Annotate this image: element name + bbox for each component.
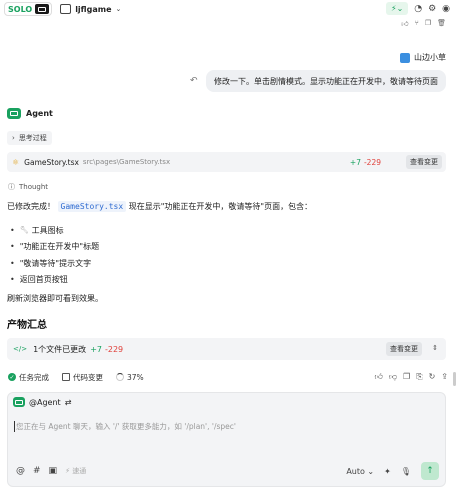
folder-icon — [60, 4, 72, 14]
list-item: 🔧︎工具图标 — [10, 222, 99, 239]
account-icon[interactable]: ◉ — [442, 4, 450, 14]
chat-icon[interactable]: ◔ — [414, 4, 422, 14]
top-bar: SOLO ljflgame ⌄ ⚡⌄ ◔ ⚙ ◉ — [0, 0, 456, 18]
chevron-down-icon[interactable]: ⌄ — [116, 5, 122, 13]
mention-icon[interactable]: @ — [16, 466, 25, 476]
send-button[interactable]: ↑ — [421, 462, 439, 480]
undo-icon[interactable]: ↶ — [190, 76, 198, 86]
check-icon: ✓ — [8, 373, 16, 381]
response-summary: 已修改完成！ GameStory.tsx 现在显示"功能正在开发中，敬请等待"页… — [7, 201, 312, 212]
thinking-toggle[interactable]: › 思考过程 — [7, 131, 52, 145]
speed-label: 速通 — [72, 467, 87, 475]
chat-input[interactable]: 您正在与 Agent 聊天，输入 '/' 获取更多能力，如 '/plan', '… — [14, 421, 236, 432]
copy-icon[interactable]: ❐ — [425, 19, 431, 28]
task-status-label: 任务完成 — [19, 372, 49, 382]
info-icon: ⓘ — [8, 183, 15, 191]
list-item-text: 返回首页按钮 — [19, 275, 68, 285]
lines-added: +7 — [90, 344, 102, 354]
model-label: Auto — [346, 466, 365, 476]
image-icon[interactable]: ▣ — [49, 466, 58, 476]
view-changes-button[interactable]: 查看变更 — [386, 342, 422, 356]
progress-value: 37% — [127, 372, 144, 382]
expand-icon[interactable]: ⇕ — [432, 344, 438, 352]
file-change-bar[interactable]: ⚛ GameStory.tsx src\pages\GameStory.tsx … — [7, 152, 446, 172]
solo-label: SOLO — [8, 4, 33, 14]
hash-icon[interactable]: # — [33, 466, 41, 476]
copy-icon[interactable]: ❐ — [403, 372, 410, 382]
file-path: src\pages\GameStory.tsx — [82, 158, 171, 166]
agent-header: Agent — [7, 108, 53, 119]
lines-diff: +7 -229 — [350, 158, 381, 167]
code-icon: </> — [13, 345, 28, 353]
composer-toolbar: @ # ▣ ⚡ 速通 Auto ⌄ ✦ 🎙︎ ↑ — [16, 462, 439, 480]
model-select[interactable]: Auto ⌄ — [346, 467, 374, 476]
thumb-down-icon[interactable]: 👎︎ — [389, 372, 397, 382]
progress-status: 37% — [116, 373, 144, 382]
task-status[interactable]: ✓ 任务完成 — [8, 372, 49, 383]
feature-list: 🔧︎工具图标 "功能正在开发中"标题 "敬请等待"提示文字 返回首页按钮 — [10, 222, 99, 288]
user-name: 山边小草 — [414, 53, 446, 62]
project-name[interactable]: ljflgame — [75, 5, 111, 14]
bolt-icon[interactable]: ⚡⌄ — [386, 2, 409, 15]
thought-toggle[interactable]: ⓘ Thought — [8, 182, 48, 192]
agent-icon — [7, 108, 21, 119]
list-item-text: "敬请等待"提示文字 — [19, 258, 92, 268]
gear-icon[interactable]: ⚙ — [428, 4, 436, 14]
response-prefix: 已修改完成！ — [7, 202, 55, 211]
view-changes-button[interactable]: 查看变更 — [406, 155, 442, 169]
progress-icon — [116, 373, 124, 381]
delete-icon[interactable]: 🗑︎ — [437, 19, 446, 28]
share-icon[interactable]: ⇪ — [441, 372, 448, 382]
thumb-up-icon[interactable]: 👍︎ — [401, 19, 408, 28]
wrench-icon: 🔧︎ — [19, 226, 29, 235]
terminal-icon — [35, 4, 50, 14]
agent-name: Agent — [26, 109, 53, 118]
product-summary-bar[interactable]: </> 1个文件已更改 +7 -229 查看变更 ⇕ — [7, 338, 446, 360]
react-file-icon: ⚛ — [12, 157, 20, 167]
lines-added: +7 — [349, 157, 361, 167]
code-change-label: 代码变更 — [73, 372, 103, 382]
lines-removed: -229 — [363, 157, 381, 167]
list-item: "功能正在开发中"标题 — [10, 239, 99, 256]
chevron-right-icon: › — [12, 134, 15, 142]
thumb-up-icon[interactable]: 👍︎ — [375, 372, 383, 382]
list-item-text: 工具图标 — [31, 225, 64, 235]
paste-icon[interactable]: ⎘ — [416, 372, 422, 382]
agent-chip[interactable]: @Agent ⇄ — [13, 397, 71, 407]
refresh-note: 刷新浏览器即可看到效果。 — [7, 294, 103, 303]
speed-toggle[interactable]: ⚡ 速通 — [65, 466, 86, 476]
list-item-text: "功能正在开发中"标题 — [19, 242, 100, 252]
user-header: 山边小草 — [400, 52, 446, 63]
list-item: "敬请等待"提示文字 — [10, 255, 99, 272]
code-file-icon — [62, 373, 70, 381]
file-name: GameStory.tsx — [24, 157, 79, 167]
avatar — [400, 52, 410, 63]
message-actions-top: 👍︎ ⑂ ❐ 🗑︎ — [401, 19, 446, 28]
product-heading: 产物汇总 — [7, 320, 47, 331]
files-changed: 1个文件已更改 — [33, 344, 87, 354]
file-code-ref[interactable]: GameStory.tsx — [57, 201, 127, 212]
list-item: 返回首页按钮 — [10, 272, 99, 289]
thinking-label: 思考过程 — [18, 134, 47, 142]
response-suffix: 现在显示"功能正在开发中，敬请等待"页面，包含： — [128, 202, 313, 211]
thought-label: Thought — [19, 183, 49, 191]
microphone-icon[interactable]: 🎙︎ — [401, 467, 411, 476]
chat-composer: @Agent ⇄ 您正在与 Agent 聊天，输入 '/' 获取更多能力，如 '… — [7, 392, 446, 487]
switch-icon[interactable]: ⇄ — [65, 398, 72, 407]
status-row: ✓ 任务完成 代码变更 37% 👍︎ 👎︎ ❐ ⎘ ↻ ⇪ — [8, 370, 448, 384]
retry-icon[interactable]: ↻ — [429, 372, 436, 382]
message-actions: 👍︎ 👎︎ ❐ ⎘ ↻ ⇪ — [375, 372, 448, 382]
branch-icon[interactable]: ⑂ — [415, 19, 419, 28]
top-actions: ⚡⌄ ◔ ⚙ ◉ — [386, 2, 450, 15]
sparkle-icon[interactable]: ✦ — [384, 467, 391, 476]
agent-chip-label: @Agent — [29, 397, 61, 407]
code-change-status[interactable]: 代码变更 — [62, 372, 103, 383]
user-message: 修改一下。单击剧情模式。显示功能正在开发中，敬请等待页面 — [206, 70, 446, 92]
lines-removed: -229 — [104, 344, 124, 354]
solo-toggle[interactable]: SOLO — [4, 2, 53, 16]
agent-icon — [13, 397, 25, 407]
